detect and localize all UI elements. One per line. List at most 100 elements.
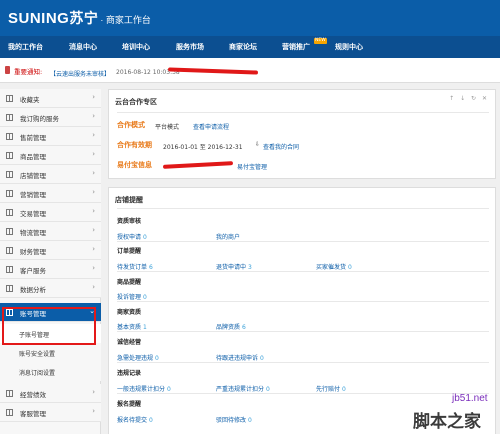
sidebar-item-subscribed-services[interactable]: 我订购的服务 › — [0, 108, 101, 127]
entry-registration-pending[interactable]: 报名待提交 0 — [117, 415, 153, 424]
entry-general-violation-points[interactable]: 一般违规累计扣分 0 — [117, 384, 171, 393]
entry-count: 6 — [148, 264, 153, 271]
chevron-right-icon: › — [92, 131, 95, 139]
sidebar-subitem-label: 账号安全设置 — [19, 351, 56, 358]
entry-my-merchants[interactable]: 我的商户 — [216, 232, 240, 241]
menu-icon — [6, 209, 13, 216]
entry-label: 报名待提交 — [117, 417, 148, 424]
notice-bar: 重要通知: 【云速出服务未审核】 2016-08-12 10:03:38 — [0, 58, 500, 83]
section-title: 资质审核 — [117, 218, 142, 225]
entry-buyer-urge[interactable]: 买家催发货 0 — [316, 262, 352, 271]
sidebar-item-finance[interactable]: 财务管理 › — [0, 241, 101, 260]
entry-label: 基本资质 — [117, 324, 142, 331]
suning-logo[interactable]: SUNING苏宁 · 商家工作台 — [8, 8, 151, 28]
nav-my-workbench[interactable]: 我的工作台 — [8, 36, 43, 58]
entry-advance-compensation[interactable]: 先行赔付 0 — [316, 384, 346, 393]
chevron-right-icon: › — [92, 207, 95, 215]
entry-complaints[interactable]: 投诉管理 0 — [117, 292, 147, 301]
menu-icon — [6, 133, 13, 140]
sidebar-item-products[interactable]: 商品管理 › — [0, 146, 101, 165]
watermark-brand: 脚本之家 — [413, 412, 481, 432]
entry-violation-appeals[interactable]: 待跟进违规申诉 0 — [216, 353, 264, 362]
sidebar-subitem-label: 消息订阅设置 — [19, 370, 56, 377]
sidebar-item-data-analysis[interactable]: 数据分析 › — [0, 279, 101, 298]
entry-label: 急需处理违规 — [117, 355, 154, 362]
sidebar-item-cs-management[interactable]: 客服管理 › — [0, 403, 101, 422]
entry-auth-application[interactable]: 授权申请 0 — [117, 232, 147, 241]
chevron-right-icon: › — [92, 407, 95, 415]
nav-merchant-forum[interactable]: 商家论坛 — [229, 36, 257, 58]
sidebar-item-performance[interactable]: 经营绩效 › — [0, 384, 101, 403]
section-title: 商品提醒 — [117, 279, 142, 286]
coop-mode-value: 平台模式 — [155, 124, 180, 131]
entry-count: 0 — [142, 294, 147, 301]
yifubao-manage-link[interactable]: 易付宝管理 — [237, 162, 267, 171]
nav-marketing[interactable]: 营销推广 — [282, 36, 310, 58]
sidebar-item-presales[interactable]: 售前管理 › — [0, 127, 101, 146]
chevron-right-icon: › — [92, 264, 95, 272]
entry-basic-qualification[interactable]: 基本资质 1 — [117, 322, 147, 331]
chevron-right-icon: › — [92, 150, 95, 158]
sidebar-item-label: 商品管理 — [20, 153, 46, 161]
sidebar: 收藏夹 › 我订购的服务 › 售前管理 › 商品管理 › 店铺管理 › 营销管理 › 交易管… — [0, 89, 101, 434]
sidebar-item-transactions[interactable]: 交易管理 › — [0, 203, 101, 222]
sidebar-item-store[interactable]: 店铺管理 › — [0, 165, 101, 184]
entry-brand-qualification[interactable]: 品牌资质 6 — [216, 322, 246, 331]
store-reminders-panel: 店铺提醒 资质审核 授权申请 0 我的商户 订单提醒 待发货订单 6 退货申请中… — [108, 187, 496, 434]
chevron-right-icon: › — [92, 112, 95, 120]
panel-tools-icons[interactable]: ↑ ↓ ↻ ✕ — [449, 95, 489, 102]
nav-rules-center[interactable]: 规则中心 — [335, 36, 363, 58]
menu-icon — [6, 171, 13, 178]
entry-label: 买家催发货 — [316, 264, 347, 271]
notice-link[interactable]: 【云速出服务未审核】 — [50, 69, 110, 78]
pay-info-label: 易付宝信息 — [117, 161, 152, 169]
divider — [117, 241, 489, 242]
sidebar-item-label: 售前管理 — [20, 134, 46, 142]
entry-count: 0 — [247, 417, 252, 424]
entry-count: 0 — [347, 264, 352, 271]
nav-message-center[interactable]: 消息中心 — [69, 36, 97, 58]
entry-urgent-violations[interactable]: 急需处理违规 0 — [117, 353, 159, 362]
main-nav: 我的工作台 消息中心 培训中心 服务市场 商家论坛 营销推广 NEW 规则中心 — [0, 36, 500, 58]
sidebar-item-favorites[interactable]: 收藏夹 › — [0, 89, 101, 108]
nav-training-center[interactable]: 培训中心 — [122, 36, 150, 58]
megaphone-icon — [5, 66, 10, 74]
divider — [117, 112, 489, 113]
entry-label: 我的商户 — [216, 234, 241, 241]
sidebar-item-marketing[interactable]: 营销管理 › — [0, 184, 101, 203]
menu-icon — [6, 190, 13, 197]
entry-count: 1 — [142, 324, 147, 331]
coop-period-value: 2016-01-01 至 2016-12-31 — [163, 144, 243, 151]
logo-text-en: SUNING — [8, 10, 70, 27]
chevron-right-icon: › — [92, 245, 95, 253]
sidebar-subitem-message-subscription[interactable]: 消息订阅设置 — [0, 362, 101, 381]
sidebar-subitem-account-security[interactable]: 账号安全设置 — [0, 343, 101, 362]
chevron-right-icon: › — [92, 188, 95, 196]
coop-period-label: 合作有效期 — [117, 141, 152, 149]
redaction-scribble — [162, 161, 234, 169]
sidebar-item-customer-service[interactable]: 客户服务 › — [0, 260, 101, 279]
sidebar-item-logistics[interactable]: 物流管理 › — [0, 222, 101, 241]
entry-count: 0 — [166, 386, 171, 393]
entry-count: 0 — [265, 386, 270, 393]
entry-serious-violation-points[interactable]: 严重违规累计扣分 0 — [216, 384, 270, 393]
entry-return-requests[interactable]: 退货申请中 3 — [216, 262, 252, 271]
download-icon[interactable]: ⇩ — [255, 141, 260, 148]
entry-count: 0 — [142, 234, 147, 241]
view-application-process-link[interactable]: 查看申请流程 — [193, 122, 229, 131]
coop-panel: 云台合作专区 ↑ ↓ ↻ ✕ 合作模式 平台模式 查看申请流程 合作有效期 20… — [108, 89, 496, 179]
menu-icon — [6, 266, 13, 273]
view-contract-link[interactable]: 查看我的合同 — [263, 142, 299, 151]
entry-pending-shipment[interactable]: 待发货订单 6 — [117, 262, 153, 271]
divider — [117, 271, 489, 272]
entry-count: 3 — [247, 264, 252, 271]
sidebar-item-label: 数据分析 — [20, 286, 46, 294]
nav-service-market[interactable]: 服务市场 — [176, 36, 204, 58]
entry-rejected-to-modify[interactable]: 驳回待修改 0 — [216, 415, 252, 424]
entry-label: 投诉管理 — [117, 294, 142, 301]
redaction-scribble — [167, 67, 259, 75]
section-title: 诚信经营 — [117, 339, 142, 346]
chevron-right-icon: › — [92, 169, 95, 177]
entry-label: 一般违规累计扣分 — [117, 386, 166, 393]
entry-label: 待跟进违规申诉 — [216, 355, 259, 362]
